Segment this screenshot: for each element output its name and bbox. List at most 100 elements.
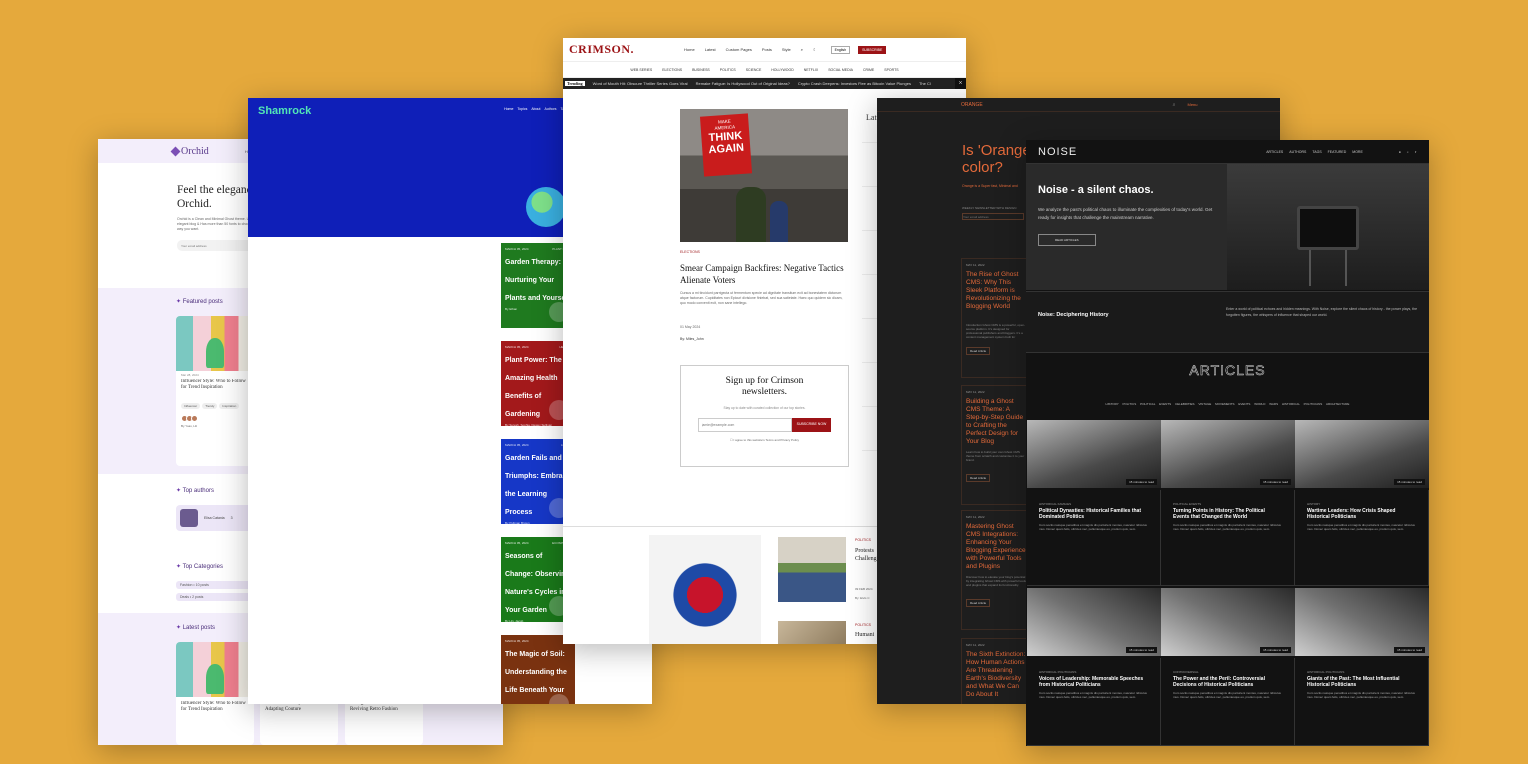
language-select[interactable]: English xyxy=(830,45,851,54)
read-article-button[interactable]: Read Article xyxy=(966,474,991,482)
latest-post-card[interactable]: Influencer Style: Who to Follow for Tren… xyxy=(176,642,254,745)
article-category[interactable]: HISTORICAL POLITICIANS xyxy=(1039,670,1148,674)
side-article-title[interactable]: Protests Challeng xyxy=(855,547,877,563)
subscribe-button[interactable]: SUBSCRIBE xyxy=(858,45,887,54)
newsletter-email-input[interactable] xyxy=(697,418,792,432)
menu-custom-pages[interactable]: Custom Pages xyxy=(726,47,752,52)
category-tab[interactable]: HISTORY xyxy=(1106,402,1119,406)
category-link[interactable]: BUSINESS xyxy=(692,68,710,72)
article-card[interactable]: HISTORICAL FAMILIES Political Dynasties: … xyxy=(1027,490,1161,586)
tag-chip[interactable]: Influencer xyxy=(181,403,201,409)
email-input[interactable] xyxy=(181,243,251,248)
article-image[interactable]: 15 minutes to read xyxy=(1295,420,1429,488)
menu-posts[interactable]: Posts xyxy=(762,47,772,52)
category-link[interactable]: WEB SERIES xyxy=(630,68,652,72)
article-card[interactable]: HISTORY Wartime Leaders: How Crisis Shape… xyxy=(1295,490,1429,586)
article-category[interactable]: HISTORICAL POLITICIANS xyxy=(1307,670,1416,674)
post-title[interactable]: The Sixth Extinction: How Human Actions … xyxy=(966,651,1026,699)
side-article-category[interactable]: POLITICS xyxy=(855,538,871,542)
menu-style[interactable]: Style xyxy=(782,47,791,52)
post-authors[interactable]: By Yoav, Lili xyxy=(176,422,254,430)
category-link[interactable]: HOLLYWOOD xyxy=(771,68,794,72)
category-chip[interactable]: Fashion • 10 posts xyxy=(176,581,254,589)
article-title[interactable]: Voices of Leadership: Memorable Speeches… xyxy=(1039,676,1148,688)
orange-post-card[interactable]: MAY 11, 2022 Mastering Ghost CMS Integrat… xyxy=(961,510,1031,630)
shamrock-logo[interactable]: Shamrock xyxy=(258,105,311,117)
trending-item[interactable]: Crypto Crash Deepens: Investors Flee as … xyxy=(798,81,911,86)
post-title[interactable]: Garden Therapy: Nurturing Your Plants an… xyxy=(505,259,570,302)
nav-home[interactable]: Home xyxy=(504,107,513,111)
category-tab[interactable]: ARCHITECTURE xyxy=(1326,402,1350,406)
author-card[interactable]: Elisa Catania 3 xyxy=(176,505,254,531)
category-chip[interactable]: Deals • 2 posts xyxy=(176,593,254,601)
dark-mode-icon[interactable]: ☾ xyxy=(813,47,817,52)
side-article-title-2[interactable]: Humani xyxy=(855,632,874,638)
trending-item[interactable]: The Cl xyxy=(919,81,931,86)
menu-featured[interactable]: FEATURED xyxy=(1328,150,1347,154)
terms-checkbox[interactable]: ☐ I agree to this website's Terms and Pr… xyxy=(681,438,848,442)
nav-authors[interactable]: Authors xyxy=(544,107,556,111)
post-authors[interactable]: By Pullman Brown xyxy=(505,521,571,525)
post-authors[interactable]: By Suresh, Sophia, Dewey Sullivan xyxy=(505,423,571,427)
post-title[interactable]: The Rise of Ghost CMS: Why This Sleek Pl… xyxy=(966,271,1026,319)
category-tab[interactable]: POLITICAL EVENTS xyxy=(1140,402,1171,406)
side-article-author[interactable]: By: Elvis C xyxy=(855,596,870,600)
post-title[interactable]: Influencer Style: Who to Follow for Tren… xyxy=(176,379,254,391)
post-title[interactable]: Mastering Ghost CMS Integrations: Enhanc… xyxy=(966,523,1026,571)
menu-button[interactable]: Menu xyxy=(1187,102,1197,107)
side-article-category-2[interactable]: POLITICS xyxy=(855,623,871,627)
menu-latest[interactable]: Latest xyxy=(705,47,716,52)
article-title[interactable]: Wartime Leaders: How Crisis Shaped Histo… xyxy=(1307,508,1416,520)
orange-post-card[interactable]: MAY 11, 2022 The Rise of Ghost CMS: Why T… xyxy=(961,258,1031,378)
featured-post-card[interactable]: Mar 28, 2024 Influencer Style: Who to Fol… xyxy=(176,316,254,466)
category-tab[interactable]: MOVEMENTS xyxy=(1215,402,1234,406)
post-authors[interactable]: By Lily, Jacob xyxy=(505,619,571,623)
shamrock-post-card[interactable]: MARCH 05, 2024SOILThe Magic of Soil: Und… xyxy=(501,635,575,704)
post-title[interactable]: Influencer Style: Who to Follow for Tren… xyxy=(176,701,254,713)
menu-more[interactable]: MORE xyxy=(1352,150,1363,154)
nav-topics[interactable]: Topics xyxy=(517,107,527,111)
article-image[interactable]: 15 minutes to read xyxy=(1027,588,1161,656)
category-link[interactable]: SPORTS xyxy=(884,68,898,72)
article-title[interactable]: The Power and the Peril: Controversial D… xyxy=(1173,676,1282,688)
category-link[interactable]: NETFLIX xyxy=(804,68,818,72)
article-image[interactable]: 15 minutes to read xyxy=(1161,420,1295,488)
menu-authors[interactable]: AUTHORS xyxy=(1289,150,1306,154)
article-category[interactable]: POLITICAL EVENTS xyxy=(1173,502,1282,506)
article-card[interactable]: HISTORICAL POLITICIANS Voices of Leadersh… xyxy=(1027,658,1161,746)
trending-item[interactable]: Word of Mouth Hit: Obscure Thriller Seri… xyxy=(593,81,688,86)
category-tab[interactable]: EVENTS xyxy=(1238,402,1250,406)
post-title[interactable]: Building a Ghost CMS Theme: A Step-by-St… xyxy=(966,398,1026,446)
article-author[interactable]: By: Miles_John xyxy=(680,337,704,341)
article-image[interactable]: 15 minutes to read xyxy=(1027,420,1161,488)
tag-chip[interactable]: Inspiration xyxy=(219,403,240,409)
category-tab[interactable]: POLITICS xyxy=(1123,402,1137,406)
subscribe-now-button[interactable]: SUBSCRIBE NOW xyxy=(791,418,832,432)
article-image[interactable]: 15 minutes to read xyxy=(1161,588,1295,656)
orange-logo[interactable]: ORANGE xyxy=(961,102,983,108)
article-card[interactable]: POLITICAL EVENTS Turning Points in Histor… xyxy=(1161,490,1295,586)
read-article-button[interactable]: Read Article xyxy=(966,599,991,607)
article-card[interactable]: HISTORICAL POLITICIANS Giants of the Past… xyxy=(1295,658,1429,746)
category-tab[interactable]: HISTORICAL POLITICIANS xyxy=(1282,402,1322,406)
category-tab[interactable]: CELEBRITIES xyxy=(1175,402,1195,406)
article-title[interactable]: Political Dynasties: Historical Families… xyxy=(1039,508,1148,520)
newsletter-email-input[interactable] xyxy=(962,213,1024,220)
article-category[interactable]: ELECTIONS xyxy=(680,250,700,254)
article-category[interactable]: HISTORICAL FAMILIES xyxy=(1039,502,1148,506)
category-link[interactable]: ELECTIONS xyxy=(662,68,682,72)
noise-logo[interactable]: NOISE xyxy=(1038,146,1077,158)
read-article-button[interactable]: Read Article xyxy=(966,347,991,355)
article-image[interactable]: 15 minutes to read xyxy=(1295,588,1429,656)
category-link[interactable]: POLITICS xyxy=(720,68,736,72)
category-tab[interactable]: WORLD WARS xyxy=(1254,402,1278,406)
article-title[interactable]: Smear Campaign Backfires: Negative Tacti… xyxy=(680,262,845,286)
menu-home[interactable]: Home xyxy=(684,47,695,52)
article-title[interactable]: Turning Points in History: The Political… xyxy=(1173,508,1282,520)
category-tab[interactable]: VINTAGE xyxy=(1198,402,1211,406)
orchid-logo[interactable]: Orchid xyxy=(172,146,209,157)
article-card[interactable]: CONTROVERSIAL The Power and the Peril: Co… xyxy=(1161,658,1295,746)
category-link[interactable]: SCIENCE xyxy=(746,68,762,72)
social-icon[interactable]: ● xyxy=(1399,150,1401,154)
category-link[interactable]: CRIME xyxy=(863,68,874,72)
